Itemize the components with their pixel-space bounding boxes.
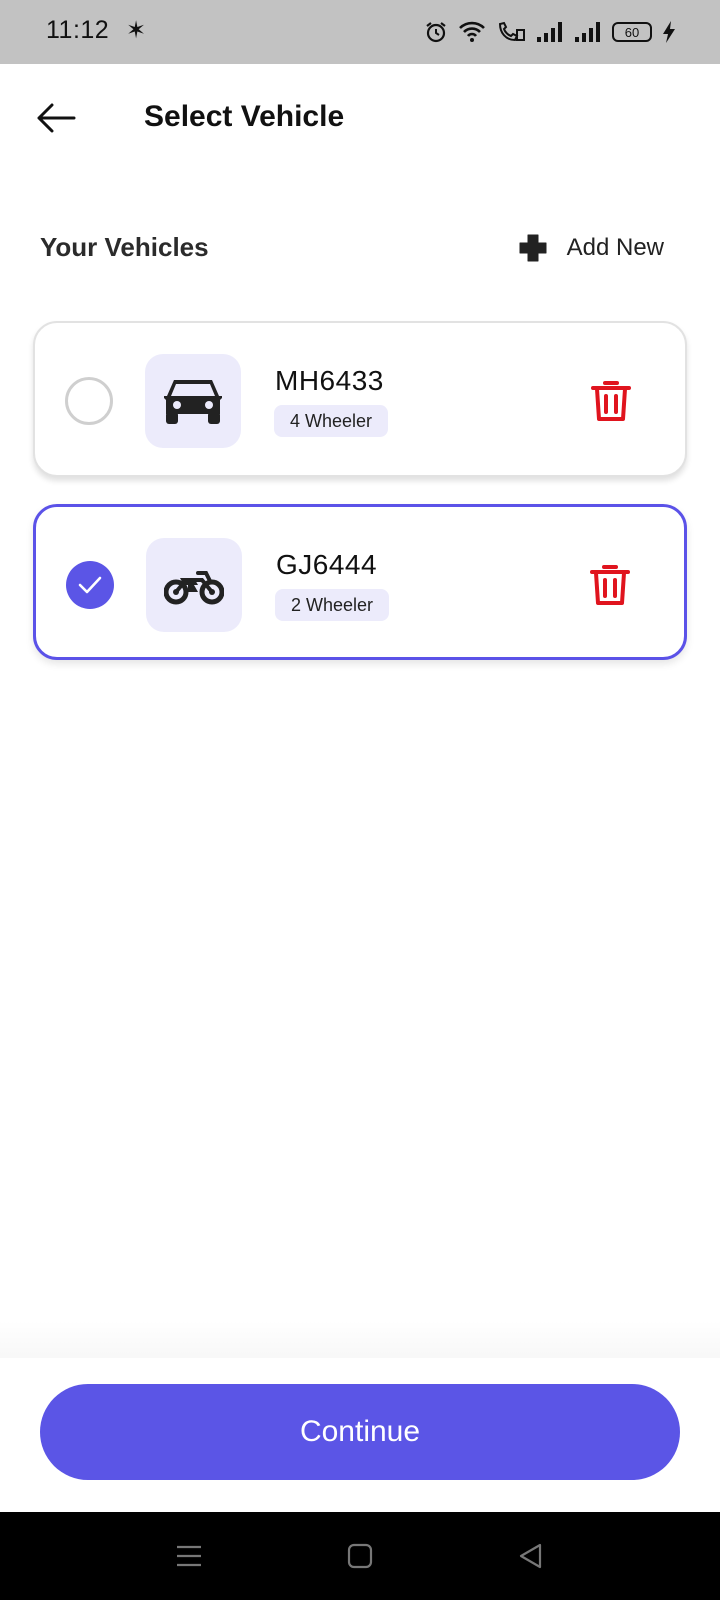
vehicle-card-gj6444[interactable]: GJ6444 2 Wheeler [33, 504, 687, 660]
trash-icon [590, 565, 630, 605]
car-icon [164, 380, 222, 424]
check-icon [78, 576, 102, 594]
status-icons: 60 [424, 14, 676, 50]
nav-back-button[interactable] [513, 1540, 549, 1572]
notification-icon: ✶ [126, 17, 147, 44]
status-time: 11:12 [46, 16, 110, 44]
signal-icon [537, 22, 562, 42]
back-button[interactable] [28, 90, 84, 146]
vehicle-type-badge: 4 Wheeler [274, 405, 389, 437]
vehicle-card-mh6433[interactable]: MH6433 4 Wheeler [33, 321, 687, 477]
delete-vehicle-button[interactable] [587, 375, 635, 427]
vehicle-radio[interactable] [65, 377, 113, 425]
vehicle-icon-box [146, 538, 242, 632]
trash-icon [591, 381, 631, 421]
vehicle-icon-box [145, 354, 241, 448]
wifi-call-icon [498, 21, 525, 42]
alarm-icon [426, 22, 446, 43]
motorcycle-icon [164, 571, 224, 605]
home-icon [347, 1543, 373, 1569]
vehicle-type-badge: 2 Wheeler [275, 589, 390, 621]
nav-menu-button[interactable] [171, 1540, 207, 1572]
plus-icon [519, 234, 547, 262]
section-header: Your Vehicles Add New [40, 226, 680, 270]
add-new-label: Add New [566, 234, 664, 261]
wifi-icon [459, 21, 485, 42]
back-arrow-icon [37, 103, 76, 133]
back-triangle-icon [519, 1543, 542, 1569]
app-bar: Select Vehicle [0, 64, 720, 176]
charging-icon [663, 21, 675, 43]
battery-level: 60 [624, 24, 640, 40]
system-nav-bar [0, 1512, 720, 1600]
continue-button[interactable]: Continue [40, 1384, 680, 1480]
vehicle-plate: MH6433 [275, 365, 384, 396]
add-new-button[interactable]: Add New [517, 226, 664, 270]
bottom-divider [0, 1320, 720, 1360]
signal-icon [575, 22, 600, 42]
vehicle-radio-checked[interactable] [66, 561, 114, 609]
delete-vehicle-button[interactable] [586, 559, 634, 611]
section-title: Your Vehicles [40, 232, 209, 262]
battery-icon: 60 [612, 22, 652, 42]
page-title: Select Vehicle [144, 100, 345, 133]
menu-icon [177, 1545, 201, 1567]
nav-home-button[interactable] [342, 1540, 378, 1572]
status-bar: 11:12 ✶ 60 [0, 0, 720, 64]
vehicle-plate: GJ6444 [276, 549, 378, 580]
